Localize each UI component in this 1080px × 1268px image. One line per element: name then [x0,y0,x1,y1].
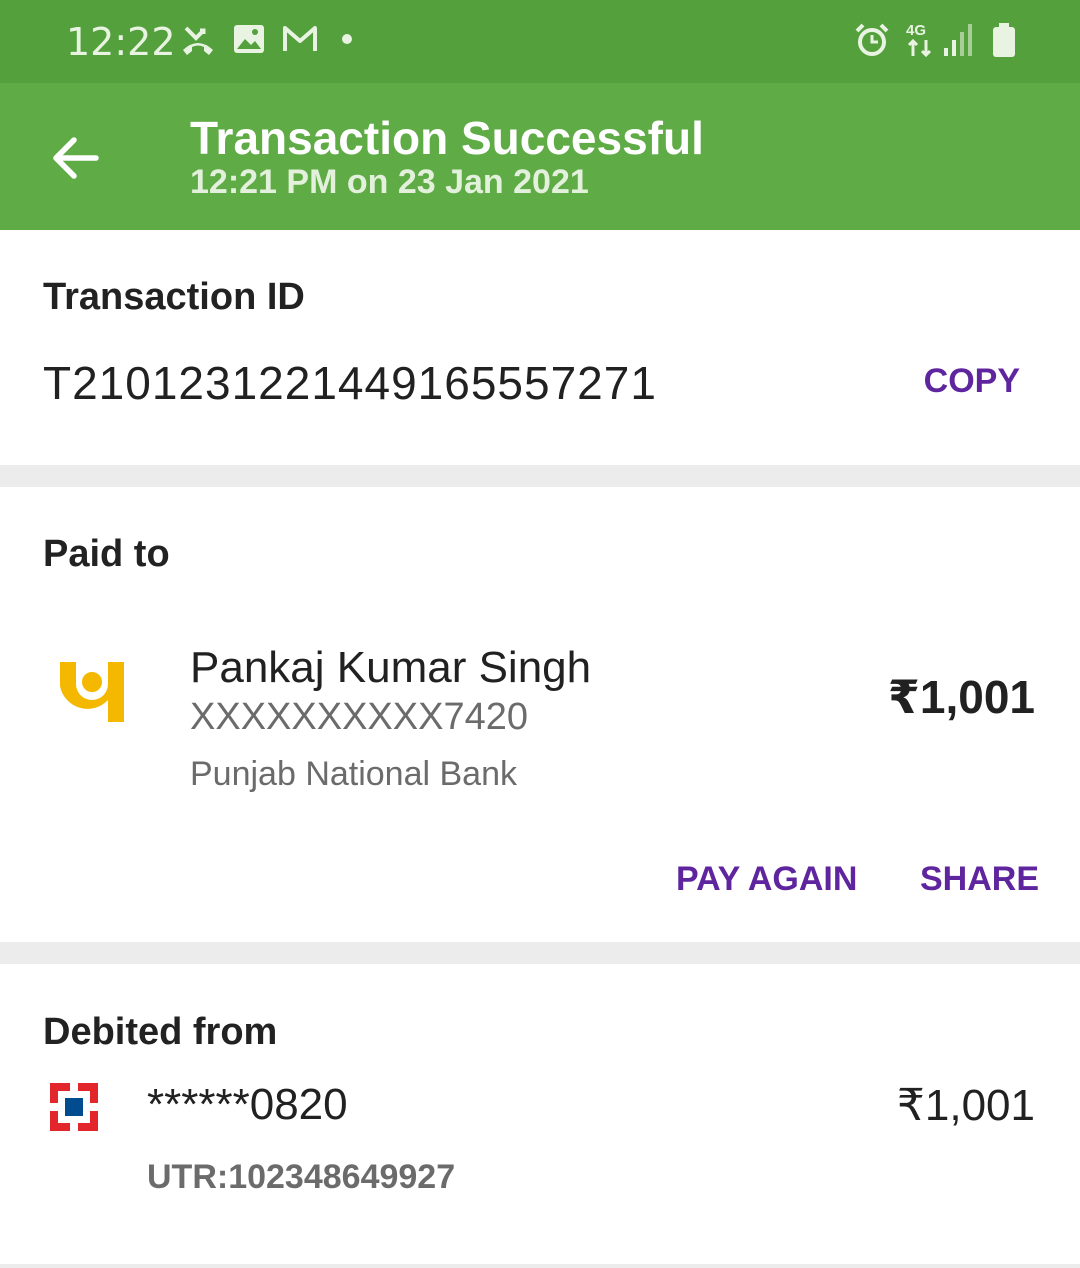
pnb-logo-icon [60,662,124,722]
section-divider [0,1264,1080,1268]
transaction-id-label: Transaction ID [43,276,305,318]
status-bar: 12:22 4G [0,0,1080,83]
alarm-icon [855,23,889,56]
page-subtitle: 12:21 PM on 23 Jan 2021 [190,163,589,201]
utr-number: UTR:102348649927 [147,1158,456,1196]
debited-from-label: Debited from [43,1011,278,1053]
share-button[interactable]: SHARE [920,860,1039,899]
gallery-icon [234,25,264,53]
debit-account-number: ******0820 [147,1080,348,1129]
payee-bank-name: Punjab National Bank [190,755,518,793]
missed-call-icon [183,26,213,55]
debited-amount: ₹1,001 [896,1081,1035,1130]
network-4g-label: 4G [906,22,927,39]
payee-account-number: XXXXXXXXXX7420 [190,696,528,738]
battery-icon [993,23,1015,57]
paid-amount: ₹1,001 [887,671,1035,723]
paid-to-label: Paid to [43,533,170,575]
pay-again-button[interactable]: PAY AGAIN [676,860,857,899]
gmail-icon [283,26,317,51]
page-title: Transaction Successful [190,112,704,164]
back-arrow-icon[interactable] [44,127,106,189]
signal-icon [944,24,972,56]
network-4g-icon: 4G [906,22,936,58]
payee-name: Pankaj Kumar Singh [190,643,592,692]
notification-dot-icon [342,34,352,44]
app-bar: Transaction Successful 12:21 PM on 23 Ja… [0,83,1080,230]
copy-button[interactable]: COPY [924,362,1020,401]
status-time: 12:22 [66,20,176,64]
transaction-id-value: T2101231221449165557271 [43,357,657,409]
section-divider [0,942,1080,964]
section-divider [0,465,1080,487]
hdfc-logo-icon [50,1083,98,1131]
